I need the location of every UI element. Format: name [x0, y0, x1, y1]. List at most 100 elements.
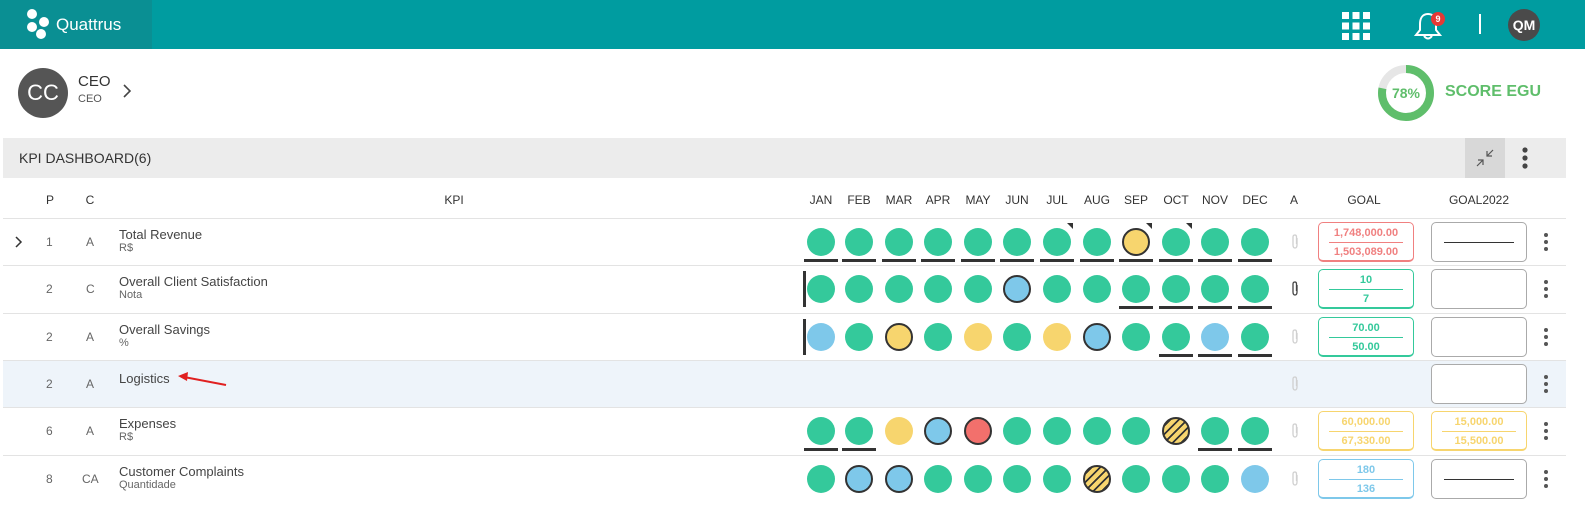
- status-dot[interactable]: [1162, 228, 1190, 256]
- row-more-icon[interactable]: [1541, 231, 1551, 253]
- column-header-month[interactable]: NOV: [1197, 193, 1233, 207]
- column-header-month[interactable]: MAY: [960, 193, 996, 207]
- status-dot[interactable]: [924, 275, 952, 303]
- attachment-clip-icon[interactable]: [1289, 471, 1301, 487]
- status-dot[interactable]: [1122, 323, 1150, 351]
- table-row[interactable]: 6 A Expenses R$ 60,000.00 67,330.00 15,000.00 1…: [3, 407, 1566, 454]
- row-more-icon[interactable]: [1541, 326, 1551, 348]
- status-dot[interactable]: [1122, 465, 1150, 493]
- column-header-month[interactable]: JUN: [999, 193, 1035, 207]
- status-dot[interactable]: [845, 417, 873, 445]
- expand-chevron-icon[interactable]: [14, 236, 24, 248]
- status-dot[interactable]: [924, 323, 952, 351]
- attachment-clip-icon[interactable]: [1289, 234, 1301, 250]
- status-dot[interactable]: [1201, 465, 1229, 493]
- row-more-icon[interactable]: [1541, 373, 1551, 395]
- status-dot[interactable]: [845, 323, 873, 351]
- kpi-name[interactable]: Overall Client Satisfaction: [119, 274, 268, 289]
- column-header-month[interactable]: AUG: [1079, 193, 1115, 207]
- status-dot[interactable]: [1201, 417, 1229, 445]
- more-vertical-icon[interactable]: [1515, 144, 1535, 172]
- status-dot[interactable]: [1083, 275, 1111, 303]
- column-header-p[interactable]: P: [44, 193, 56, 207]
- status-dot[interactable]: [1122, 275, 1150, 303]
- status-dot[interactable]: [964, 228, 992, 256]
- attachment-clip-icon[interactable]: [1289, 329, 1301, 345]
- goal2022-box[interactable]: [1431, 364, 1527, 404]
- table-row[interactable]: 2 A Overall Savings% 70.00 50.00: [3, 313, 1566, 360]
- user-avatar[interactable]: QM: [1508, 9, 1540, 41]
- kpi-name[interactable]: Expenses: [119, 416, 176, 431]
- status-dot[interactable]: [924, 465, 952, 493]
- status-dot[interactable]: [1241, 323, 1269, 351]
- attachment-clip-icon[interactable]: [1289, 423, 1301, 439]
- column-header-month[interactable]: JAN: [803, 193, 839, 207]
- status-dot[interactable]: [885, 417, 913, 445]
- collapse-button[interactable]: [1465, 138, 1505, 178]
- status-dot[interactable]: [1003, 323, 1031, 351]
- status-dot[interactable]: [845, 228, 873, 256]
- column-header-month[interactable]: MAR: [881, 193, 917, 207]
- table-row[interactable]: 8 CA Customer Complaints Quantidade 180 136: [3, 455, 1566, 502]
- column-header-month[interactable]: SEP: [1118, 193, 1154, 207]
- attachment-clip-icon[interactable]: [1289, 281, 1301, 297]
- table-row[interactable]: 1 A Total Revenue R$ 1,748,000.00 1,503,089.0…: [3, 218, 1566, 265]
- column-header-month[interactable]: FEB: [841, 193, 877, 207]
- goal2022-box[interactable]: [1431, 222, 1527, 262]
- status-dot[interactable]: [885, 465, 913, 493]
- status-dot[interactable]: [807, 228, 835, 256]
- status-dot[interactable]: [1083, 323, 1111, 351]
- status-dot[interactable]: [1043, 417, 1071, 445]
- column-header-c[interactable]: C: [84, 193, 96, 207]
- status-dot[interactable]: [1083, 228, 1111, 256]
- status-dot[interactable]: [1241, 275, 1269, 303]
- status-dot[interactable]: [1122, 228, 1150, 256]
- column-header-a[interactable]: A: [1287, 193, 1301, 207]
- status-dot[interactable]: [1083, 465, 1111, 493]
- status-dot[interactable]: [807, 323, 835, 351]
- status-dot[interactable]: [845, 465, 873, 493]
- status-dot[interactable]: [924, 228, 952, 256]
- column-header-month[interactable]: DEC: [1237, 193, 1273, 207]
- goal2022-box[interactable]: [1431, 317, 1527, 357]
- goal-box[interactable]: 10 7: [1318, 269, 1414, 309]
- column-header-month[interactable]: APR: [920, 193, 956, 207]
- goal-box[interactable]: 1,748,000.00 1,503,089.00: [1318, 222, 1414, 262]
- status-dot[interactable]: [1241, 228, 1269, 256]
- column-header-month[interactable]: OCT: [1158, 193, 1194, 207]
- status-dot[interactable]: [1241, 465, 1269, 493]
- kpi-name[interactable]: Customer Complaints: [119, 464, 244, 479]
- status-dot[interactable]: [845, 275, 873, 303]
- status-dot[interactable]: [1241, 417, 1269, 445]
- goal-box[interactable]: 70.00 50.00: [1318, 317, 1414, 357]
- status-dot[interactable]: [964, 465, 992, 493]
- status-dot[interactable]: [807, 275, 835, 303]
- status-dot[interactable]: [1162, 323, 1190, 351]
- row-more-icon[interactable]: [1541, 420, 1551, 442]
- status-dot[interactable]: [885, 275, 913, 303]
- status-dot[interactable]: [1083, 417, 1111, 445]
- column-header-month[interactable]: JUL: [1039, 193, 1075, 207]
- status-dot[interactable]: [924, 417, 952, 445]
- kpi-name[interactable]: Total Revenue: [119, 227, 202, 242]
- status-dot[interactable]: [964, 323, 992, 351]
- row-more-icon[interactable]: [1541, 278, 1551, 300]
- brand[interactable]: Quattrus: [0, 0, 152, 49]
- status-dot[interactable]: [1201, 275, 1229, 303]
- status-dot[interactable]: [1162, 417, 1190, 445]
- goal-box[interactable]: 180 136: [1318, 459, 1414, 499]
- status-dot[interactable]: [1162, 465, 1190, 493]
- status-dot[interactable]: [1201, 323, 1229, 351]
- kpi-name[interactable]: Overall Savings: [119, 322, 210, 337]
- org-avatar[interactable]: CC: [18, 68, 68, 118]
- status-dot[interactable]: [807, 417, 835, 445]
- status-dot[interactable]: [1003, 417, 1031, 445]
- status-dot[interactable]: [964, 275, 992, 303]
- status-dot[interactable]: [885, 228, 913, 256]
- apps-grid-icon[interactable]: [1341, 11, 1371, 41]
- goal2022-box[interactable]: [1431, 459, 1527, 499]
- status-dot[interactable]: [1003, 275, 1031, 303]
- status-dot[interactable]: [1043, 275, 1071, 303]
- chevron-right-icon[interactable]: [120, 82, 134, 100]
- row-more-icon[interactable]: [1541, 468, 1551, 490]
